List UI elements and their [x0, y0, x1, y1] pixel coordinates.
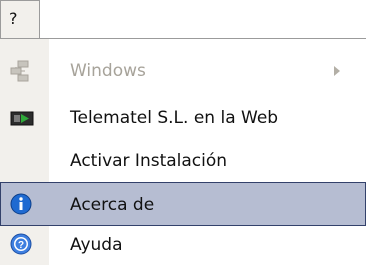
help-dropdown-menu: Windows Telematel S.L. en la Web Activar… [0, 38, 366, 265]
menu-item-label: Windows [70, 61, 146, 81]
svg-text:?: ? [18, 240, 24, 251]
menu-item-telematel-web[interactable]: Telematel S.L. en la Web [0, 96, 366, 140]
web-link-icon [10, 111, 34, 126]
menu-item-acerca-de[interactable]: Acerca de [0, 182, 366, 226]
windows-tree-icon [10, 60, 29, 82]
menu-bar: ? [0, 0, 366, 38]
menu-item-label: Telematel S.L. en la Web [70, 108, 279, 128]
help-icon: ? [10, 233, 32, 255]
info-icon [10, 193, 32, 215]
submenu-arrow-icon [334, 66, 340, 76]
menu-item-label: Ayuda [70, 235, 123, 255]
menu-item-ayuda[interactable]: ? Ayuda [0, 226, 366, 270]
help-menu-button[interactable]: ? [0, 0, 40, 38]
menu-item-activar-instalacion[interactable]: Activar Instalación [0, 139, 366, 183]
menu-item-label: Acerca de [70, 195, 155, 215]
menu-item-windows[interactable]: Windows [0, 49, 366, 93]
menu-item-label: Activar Instalación [70, 151, 228, 171]
